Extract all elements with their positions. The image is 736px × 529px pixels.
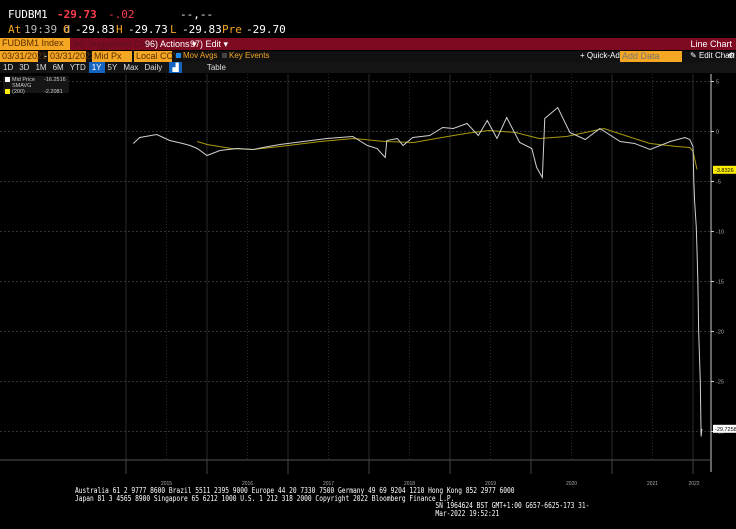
smavg-last-label: -3.8326 bbox=[715, 168, 734, 174]
y-tick-label: 0 bbox=[716, 130, 719, 136]
y-tick-label: 5 bbox=[716, 80, 719, 86]
y-tick-label: -25 bbox=[716, 380, 724, 386]
smavg-line bbox=[197, 127, 698, 170]
x-tick-label: 2021 bbox=[647, 481, 658, 487]
y-tick-label: -15 bbox=[716, 280, 724, 286]
price-last-label: -29.7258 bbox=[715, 427, 736, 433]
chart-legend: Mid Price -16.2516 SMAVG (200) -2.2081 bbox=[3, 76, 69, 95]
legend-swatch bbox=[5, 77, 10, 83]
legend-swatch bbox=[5, 89, 10, 95]
legend-value: -2.2081 bbox=[44, 89, 63, 95]
legend-name: SMAVG (200) bbox=[12, 83, 32, 95]
footer-line-3: SN 1964624 BST GMT+1:00 G657-6625-173 31… bbox=[435, 501, 590, 518]
mid-price-line bbox=[132, 106, 703, 437]
y-tick-label: -20 bbox=[716, 330, 724, 336]
y-tick-label: -10 bbox=[716, 230, 724, 236]
x-tick-label: 2022 bbox=[688, 481, 699, 487]
line-chart: 50-5-10-15-20-25-30201520162017201820192… bbox=[0, 74, 736, 487]
footer: Australia 61 2 9777 8600 Brazil 5511 239… bbox=[75, 487, 591, 517]
y-tick-label: -5 bbox=[716, 180, 721, 186]
legend-item: SMAVG (200) -2.2081 bbox=[5, 83, 67, 95]
